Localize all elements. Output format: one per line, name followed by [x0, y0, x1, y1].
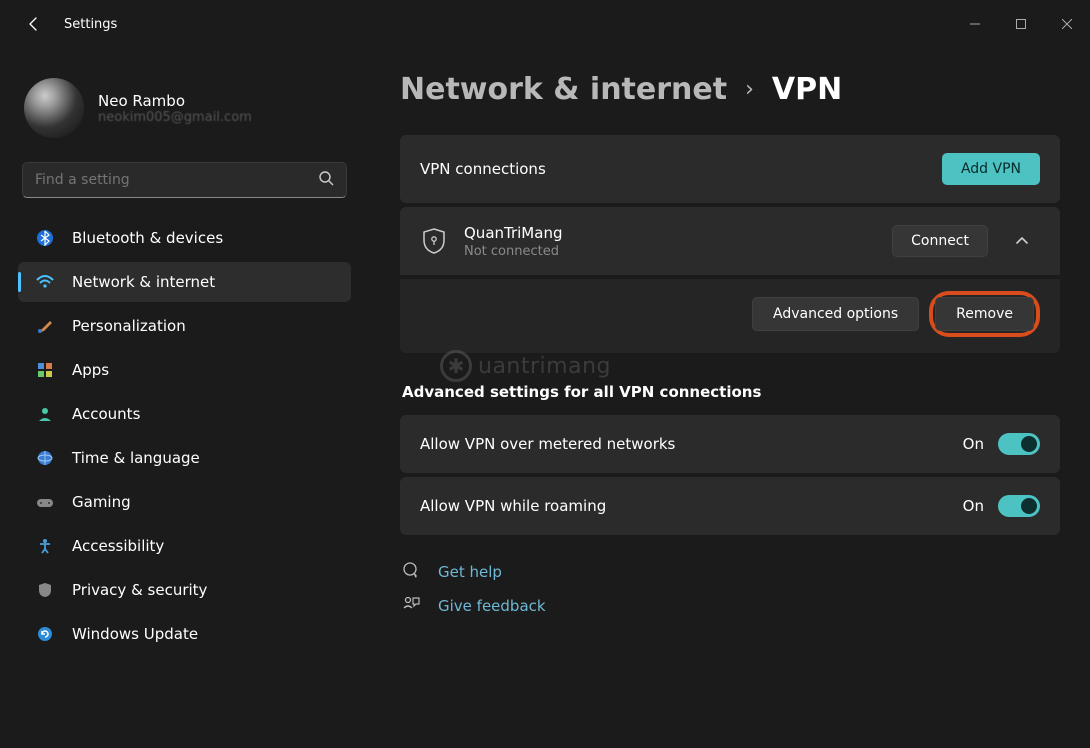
shield-icon — [36, 581, 54, 599]
sidebar: Neo Rambo neokim005@gmail.com Bluetooth … — [12, 70, 357, 658]
breadcrumb-current: VPN — [772, 72, 842, 107]
roaming-toggle-label: Allow VPN while roaming — [420, 497, 963, 515]
apps-icon — [36, 361, 54, 379]
profile-block[interactable]: Neo Rambo neokim005@gmail.com — [12, 70, 357, 156]
sidebar-item-label: Time & language — [72, 449, 200, 467]
metered-toggle-label: Allow VPN over metered networks — [420, 435, 963, 453]
remove-button-highlight: Remove — [929, 291, 1040, 337]
chevron-up-icon[interactable] — [1004, 223, 1040, 259]
back-button[interactable] — [26, 16, 42, 32]
vpn-connection-name: QuanTriMang — [464, 224, 876, 242]
minimize-button[interactable] — [952, 8, 998, 40]
breadcrumb: Network & internet › VPN — [400, 72, 1060, 107]
vpn-section-title: VPN connections — [420, 160, 926, 178]
help-links: Get help Give feedback — [400, 555, 1060, 623]
gamepad-icon — [36, 493, 54, 511]
breadcrumb-parent[interactable]: Network & internet — [400, 72, 727, 107]
metered-toggle-card: Allow VPN over metered networks On — [400, 415, 1060, 473]
metered-toggle[interactable] — [998, 433, 1040, 455]
give-feedback-link[interactable]: Give feedback — [400, 589, 1060, 623]
brush-icon — [36, 317, 54, 335]
sidebar-item-label: Network & internet — [72, 273, 215, 291]
profile-email: neokim005@gmail.com — [98, 110, 252, 125]
roaming-toggle-card: Allow VPN while roaming On — [400, 477, 1060, 535]
close-button[interactable] — [1044, 8, 1090, 40]
sidebar-item-apps[interactable]: Apps — [18, 350, 351, 390]
sidebar-item-privacy[interactable]: Privacy & security — [18, 570, 351, 610]
sidebar-item-label: Personalization — [72, 317, 186, 335]
sidebar-item-time[interactable]: Time & language — [18, 438, 351, 478]
metered-toggle-state: On — [963, 435, 984, 453]
vpn-connections-card: VPN connections Add VPN — [400, 135, 1060, 203]
globe-icon — [36, 449, 54, 467]
sidebar-item-update[interactable]: Windows Update — [18, 614, 351, 654]
search-box[interactable] — [22, 162, 347, 198]
advanced-options-button[interactable]: Advanced options — [752, 297, 919, 331]
help-icon — [402, 561, 422, 583]
vpn-shield-icon — [420, 227, 448, 255]
vpn-connection-status: Not connected — [464, 244, 876, 259]
sidebar-item-label: Accessibility — [72, 537, 164, 555]
app-title: Settings — [64, 17, 117, 32]
get-help-link[interactable]: Get help — [400, 555, 1060, 589]
remove-button[interactable]: Remove — [935, 297, 1034, 331]
sidebar-item-label: Windows Update — [72, 625, 198, 643]
vpn-connection-actions: Advanced options Remove — [400, 279, 1060, 353]
roaming-toggle[interactable] — [998, 495, 1040, 517]
advanced-heading: Advanced settings for all VPN connection… — [402, 383, 1060, 401]
sidebar-item-personalization[interactable]: Personalization — [18, 306, 351, 346]
wifi-icon — [36, 273, 54, 291]
chevron-right-icon: › — [745, 77, 754, 102]
watermark: ✱ uantrimang — [440, 350, 611, 382]
person-icon — [36, 405, 54, 423]
update-icon — [36, 625, 54, 643]
sidebar-item-gaming[interactable]: Gaming — [18, 482, 351, 522]
sidebar-item-label: Gaming — [72, 493, 131, 511]
add-vpn-button[interactable]: Add VPN — [942, 153, 1040, 185]
sidebar-item-accounts[interactable]: Accounts — [18, 394, 351, 434]
search-icon — [318, 170, 334, 190]
maximize-button[interactable] — [998, 8, 1044, 40]
watermark-logo: ✱ — [440, 350, 472, 382]
nav-list: Bluetooth & devices Network & internet P… — [12, 218, 357, 654]
profile-name: Neo Rambo — [98, 92, 252, 110]
watermark-text: uantrimang — [478, 354, 611, 379]
main-content: Network & internet › VPN VPN connections… — [400, 72, 1060, 748]
get-help-text[interactable]: Get help — [438, 563, 502, 581]
feedback-icon — [402, 595, 422, 617]
search-input[interactable] — [35, 172, 318, 188]
sidebar-item-bluetooth[interactable]: Bluetooth & devices — [18, 218, 351, 258]
sidebar-item-accessibility[interactable]: Accessibility — [18, 526, 351, 566]
sidebar-item-label: Apps — [72, 361, 109, 379]
sidebar-item-label: Accounts — [72, 405, 140, 423]
roaming-toggle-state: On — [963, 497, 984, 515]
vpn-connection-item[interactable]: QuanTriMang Not connected Connect — [400, 207, 1060, 275]
avatar — [24, 78, 84, 138]
sidebar-item-label: Privacy & security — [72, 581, 207, 599]
connect-button[interactable]: Connect — [892, 225, 988, 257]
titlebar: Settings — [0, 0, 1090, 48]
sidebar-item-label: Bluetooth & devices — [72, 229, 223, 247]
bluetooth-icon — [36, 229, 54, 247]
sidebar-item-network[interactable]: Network & internet — [18, 262, 351, 302]
accessibility-icon — [36, 537, 54, 555]
give-feedback-text[interactable]: Give feedback — [438, 597, 546, 615]
